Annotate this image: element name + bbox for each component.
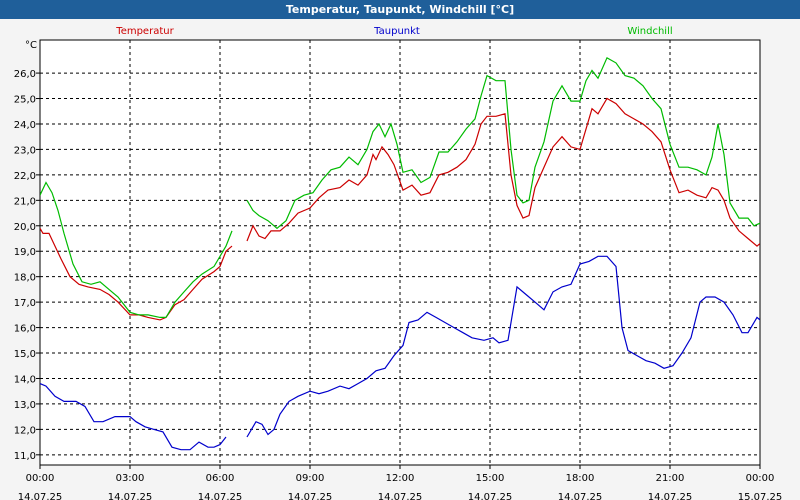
window-title: Temperatur, Taupunkt, Windchill [°C] <box>0 0 800 19</box>
y-tick-label: 22,0 <box>14 171 36 182</box>
y-tick-label: 11,0 <box>14 451 36 462</box>
y-axis-label: °C <box>25 40 37 51</box>
x-tick-time-label: 09:00 <box>296 473 325 484</box>
y-tick-label: 21,0 <box>14 196 36 207</box>
y-tick-label: 14,0 <box>14 374 36 385</box>
x-tick-time-label: 21:00 <box>656 473 685 484</box>
y-tick-label: 16,0 <box>14 324 36 335</box>
y-tick-label: 19,0 <box>14 247 36 258</box>
x-tick-date-label: 14.07.25 <box>648 492 693 500</box>
y-tick-label: 18,0 <box>14 273 36 284</box>
x-tick-date-label: 14.07.25 <box>198 492 243 500</box>
x-tick-date-label: 14.07.25 <box>108 492 153 500</box>
x-tick-time-label: 00:00 <box>26 473 55 484</box>
chart-area: 26,0 25,0 24,0 23,0 22,0 21,0 20,0 19,0 18,0 17,0… <box>14 26 783 500</box>
x-tick-time-label: 15:00 <box>476 473 505 484</box>
y-tick-label: 25,0 <box>14 95 36 106</box>
x-tick-date-label: 14.07.25 <box>378 492 423 500</box>
y-tick-label: 13,0 <box>14 400 36 411</box>
y-tick-label: 15,0 <box>14 349 36 360</box>
legend-temperatur: Temperatur <box>115 26 174 37</box>
x-tick-time-label: 03:00 <box>116 473 145 484</box>
x-tick-date-label: 14.07.25 <box>18 492 63 500</box>
y-tick-label: 26,0 <box>14 69 36 80</box>
x-tick-date-label: 14.07.25 <box>468 492 513 500</box>
x-tick-time-label: 00:00 <box>746 473 775 484</box>
x-tick-date-label: 15.07.25 <box>738 492 783 500</box>
y-tick-label: 24,0 <box>14 120 36 131</box>
y-tick-label: 20,0 <box>14 222 36 233</box>
legend-windchill: Windchill <box>627 26 672 37</box>
y-tick-label: 23,0 <box>14 145 36 156</box>
x-tick-time-label: 18:00 <box>566 473 595 484</box>
x-tick-date-label: 14.07.25 <box>288 492 333 500</box>
x-tick-time-label: 06:00 <box>206 473 235 484</box>
y-tick-label: 17,0 <box>14 298 36 309</box>
x-tick-time-label: 12:00 <box>386 473 415 484</box>
x-tick-date-label: 14.07.25 <box>558 492 603 500</box>
y-tick-label: 12,0 <box>14 425 36 436</box>
legend-taupunkt: Taupunkt <box>373 26 420 37</box>
